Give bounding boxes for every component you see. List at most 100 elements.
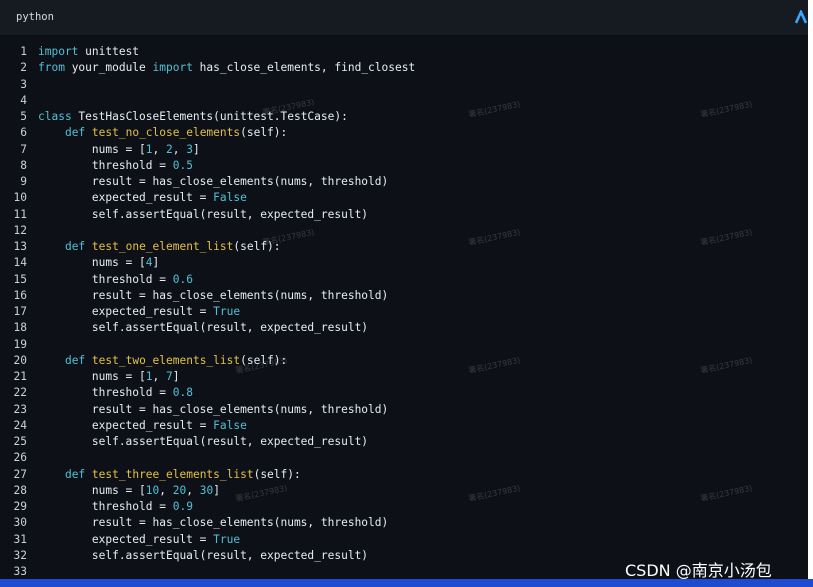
line-number: 10 xyxy=(13,191,27,205)
code-token: 7 xyxy=(166,370,173,383)
code-token: (self): xyxy=(240,126,288,140)
code-line: 28 nums = [10, 20, 30] xyxy=(0,483,808,499)
code-line: 31 expected_result = True xyxy=(0,532,808,548)
code-token: def xyxy=(64,126,86,140)
code-token: test_two_elements_list xyxy=(91,353,241,367)
code-token: nums = [ xyxy=(38,370,146,383)
line-number: 22 xyxy=(13,386,27,400)
line-number: 17 xyxy=(13,305,27,318)
code-token: 1 xyxy=(145,142,153,156)
code-token: result = has_close_elements(nums, thresh… xyxy=(38,516,389,530)
code-token: from xyxy=(38,61,65,75)
line-number: 29 xyxy=(13,500,27,513)
code-token: nums = [ xyxy=(38,142,146,156)
code-token: expected_result = xyxy=(38,305,214,318)
line-number: 13 xyxy=(13,240,27,253)
code-token: def xyxy=(64,467,86,481)
code-line: 9 result = has_close_elements(nums, thre… xyxy=(0,174,808,190)
code-line: 30 result = has_close_elements(nums, thr… xyxy=(0,515,808,531)
code-token: 4 xyxy=(145,256,153,270)
line-number: 1 xyxy=(20,45,27,58)
line-number: 16 xyxy=(13,288,27,302)
code-line: 24 expected_result = False xyxy=(0,418,808,434)
code-token: def xyxy=(64,353,86,367)
code-token: self.assertEqual(result, expected_result… xyxy=(38,321,369,335)
code-token: , xyxy=(186,483,200,497)
code-token: (self): xyxy=(253,467,301,481)
code-token: result = has_close_elements(nums, thresh… xyxy=(38,288,389,302)
code-line: 3 xyxy=(0,77,808,93)
code-line: 8 threshold = 0.5 xyxy=(0,158,808,174)
code-block-header: python xyxy=(0,0,808,36)
code-token: nums = [ xyxy=(38,483,146,497)
code-line: 23 result = has_close_elements(nums, thr… xyxy=(0,402,808,418)
code-line: 4 xyxy=(0,93,808,109)
code-token: threshold = xyxy=(38,272,173,286)
line-number: 30 xyxy=(13,516,27,530)
code-token: 3 xyxy=(186,142,193,156)
line-number: 2 xyxy=(20,61,27,75)
code-body: 1 import unittest 2 from your_module import… xyxy=(0,44,808,579)
code-token: unittest xyxy=(78,45,140,58)
line-number: 12 xyxy=(13,223,27,237)
code-token: , xyxy=(172,142,187,156)
code-token: result = has_close_elements(nums, thresh… xyxy=(38,402,389,416)
code-token: threshold = xyxy=(38,158,173,172)
code-token: def xyxy=(64,240,86,253)
bottom-bar xyxy=(0,579,813,587)
code-token: test_no_close_elements xyxy=(91,126,241,140)
code-line: 19 xyxy=(0,337,808,353)
code-line: 1 import unittest xyxy=(0,44,808,60)
line-number: 11 xyxy=(13,207,27,221)
code-token: expected_result = xyxy=(38,418,214,432)
code-token: 0.6 xyxy=(172,272,193,286)
line-number: 9 xyxy=(20,175,27,188)
code-token: 0.5 xyxy=(172,158,193,172)
code-token: True xyxy=(213,532,241,546)
chevron-up-icon[interactable] xyxy=(795,10,807,24)
code-token: , xyxy=(152,370,167,383)
code-line: 7 nums = [1, 2, 3] xyxy=(0,142,808,158)
code-line: 29 threshold = 0.9 xyxy=(0,499,808,515)
line-number: 5 xyxy=(20,110,27,123)
code-token: (self): xyxy=(240,353,288,367)
code-token: ] xyxy=(172,370,180,383)
code-token: import xyxy=(38,45,79,58)
line-number: 6 xyxy=(20,126,27,140)
code-line: 5 class TestHasCloseElements(unittest.Tes… xyxy=(0,109,808,125)
code-line: 6 def test_no_close_elements(self): xyxy=(0,125,808,141)
code-line: 20 def test_two_elements_list(self): xyxy=(0,353,808,369)
code-line: 10 expected_result = False xyxy=(0,190,808,206)
line-number: 32 xyxy=(13,548,27,562)
line-number: 24 xyxy=(13,418,27,432)
csdn-watermark: CSDN @南京小汤包 xyxy=(625,561,772,579)
line-number: 23 xyxy=(13,402,27,416)
code-token: ] xyxy=(213,483,220,497)
code-line: 13 def test_one_element_list(self): xyxy=(0,239,808,255)
code-line: 25 self.assertEqual(result, expected_res… xyxy=(0,434,808,450)
code-token: expected_result = xyxy=(38,532,214,546)
line-number: 20 xyxy=(13,353,27,367)
code-block: python 1 import unittest 2 from your_module… xyxy=(0,0,808,579)
code-line: 11 self.assertEqual(result, expected_res… xyxy=(0,207,808,223)
code-line: 15 threshold = 0.6 xyxy=(0,272,808,288)
code-token: nums = [ xyxy=(38,256,146,270)
code-token: ] xyxy=(193,142,200,156)
language-label: python xyxy=(16,11,54,23)
code-token: threshold = xyxy=(38,500,173,513)
code-token: ] xyxy=(152,256,160,270)
code-line: 17 expected_result = True xyxy=(0,304,808,320)
code-line: 22 threshold = 0.8 xyxy=(0,385,808,401)
code-token: test_three_elements_list xyxy=(91,467,254,481)
code-token: your_module xyxy=(64,61,153,75)
code-token: import xyxy=(152,61,193,75)
code-token: self.assertEqual(result, expected_result… xyxy=(38,548,369,562)
code-token: result = has_close_elements(nums, thresh… xyxy=(38,175,389,188)
code-token: , xyxy=(159,483,173,497)
code-line: 14 nums = [4] xyxy=(0,255,808,271)
